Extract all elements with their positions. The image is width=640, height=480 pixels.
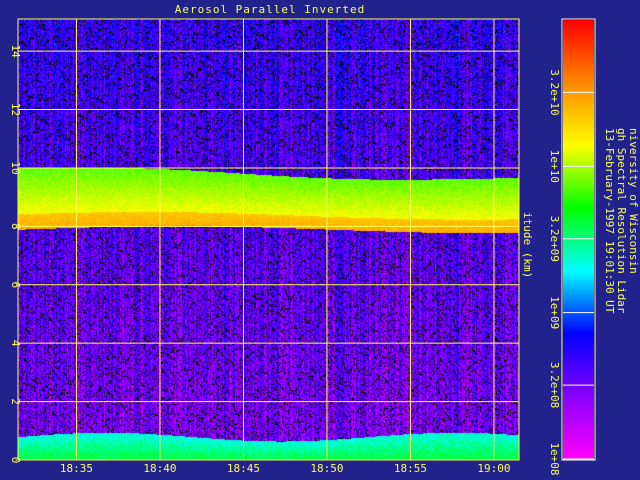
y-tick-label: 2 [9, 398, 22, 405]
y-tick-label: 0 [9, 457, 22, 464]
colorbar-tick-label: 3.2e+08 [548, 362, 561, 408]
x-axis-ticks: 18:35 18:40 18:45 18:50 18:55 19:00 [60, 462, 511, 475]
info-text: niversity of Wisconsingh Spectral Resolu… [603, 128, 640, 314]
y-tick-label: 8 [9, 223, 22, 230]
y-tick-label: 12 [9, 103, 22, 116]
colorbar-tick-label: 3.2e+10 [548, 69, 561, 115]
lidar-chart: Aerosol Parallel Inverted 0 2 4 6 8 10 12 14 18… [9, 3, 640, 476]
y-tick-label: 14 [9, 45, 22, 59]
y-tick-label: 6 [9, 281, 22, 288]
colorbar-image [563, 20, 594, 459]
y-tick-label: 4 [9, 340, 22, 347]
x-tick-label: 19:00 [477, 462, 510, 475]
heatmap-image [18, 19, 519, 460]
x-tick-label: 18:40 [143, 462, 176, 475]
x-tick-label: 18:45 [227, 462, 260, 475]
info-line: 13-February-1997 19:01:30 UT [603, 128, 616, 314]
chart-title: Aerosol Parallel Inverted [175, 3, 366, 16]
colorbar-tick-label: 3.2e+09 [548, 216, 561, 262]
x-tick-label: 18:50 [310, 462, 343, 475]
y-tick-label: 10 [9, 161, 22, 174]
colorbar-tick-label: 1e+08 [548, 442, 561, 475]
colorbar-tick-label: 1e+10 [548, 150, 561, 183]
x-tick-label: 18:35 [60, 462, 93, 475]
x-tick-label: 18:55 [394, 462, 427, 475]
y-axis-label: itude (km) [521, 212, 534, 278]
colorbar-tick-label: 1e+09 [548, 296, 561, 329]
